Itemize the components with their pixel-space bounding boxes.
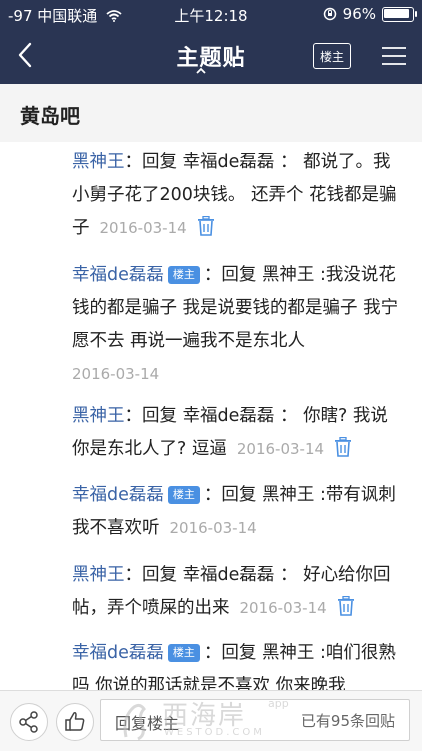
- reply-list[interactable]: 黑神王：回复 幸福de磊磊 ： 都说了。我小舅子花了200块钱。 还弄个 花钱都…: [0, 142, 422, 690]
- list-item: 黑神王：回复 幸福de磊磊 ： 都说了。我小舅子花了200块钱。 还弄个 花钱都…: [72, 146, 404, 245]
- share-button[interactable]: [10, 703, 48, 741]
- chevron-up-icon[interactable]: [195, 66, 207, 76]
- list-item: 幸福de磊磊 楼主 ：回复 黑神王 :咱们很熟吗 你说的那话就是不喜欢 你来晚我: [72, 637, 404, 690]
- forum-name[interactable]: 黄岛吧: [20, 100, 80, 129]
- reply-date: 2016-03-14: [99, 219, 187, 237]
- reply-username[interactable]: 幸福de磊磊: [72, 643, 164, 663]
- op-badge: 楼主: [167, 486, 200, 504]
- forum-header[interactable]: 黄岛吧: [0, 84, 422, 143]
- reply-username[interactable]: 幸福de磊磊: [72, 265, 164, 285]
- share-icon: [19, 711, 38, 733]
- only-op-button[interactable]: 楼主: [313, 43, 351, 69]
- menu-icon[interactable]: [380, 44, 408, 68]
- reply-date: 2016-03-14: [239, 599, 327, 617]
- list-item: 幸福de磊磊 楼主 ：回复 黑神王 :带有讽刺 我不喜欢听 2016-03-14: [72, 479, 404, 545]
- bottom-toolbar: 回复楼主 已有95条回贴 西海岸 app WESTOD.COM: [0, 690, 422, 751]
- reply-username[interactable]: 黑神王: [72, 565, 125, 585]
- trash-icon[interactable]: [334, 437, 352, 457]
- trash-icon[interactable]: [197, 216, 215, 236]
- reply-username[interactable]: 黑神王: [72, 406, 125, 426]
- list-item: 黑神王：回复 幸福de磊磊 ： 好心给你回帖，弄个喷屎的出来 2016-03-14: [72, 559, 404, 625]
- reply-placeholder: 回复楼主: [115, 714, 180, 733]
- reply-date: 2016-03-14: [236, 440, 325, 458]
- rotation-lock-icon: [323, 7, 336, 21]
- reply-count: 已有95条回贴: [300, 712, 395, 730]
- op-badge: 楼主: [167, 644, 200, 662]
- reply-username[interactable]: 幸福de磊磊: [72, 485, 164, 505]
- list-item: 黑神王：回复 幸福de磊磊 ： 你瞎? 我说你是东北人了? 逗逼 2016-03-…: [72, 400, 404, 466]
- status-bar: -97 中国联通 上午12:18 96%: [0, 0, 422, 28]
- reply-date: 2016-03-14: [72, 365, 160, 383]
- status-right: 96%: [323, 5, 417, 23]
- trash-icon[interactable]: [337, 596, 355, 616]
- thumbs-up-icon: [65, 712, 85, 731]
- page-title: 主题贴: [176, 46, 246, 71]
- battery-percent: 96%: [342, 5, 376, 23]
- battery-icon: [382, 6, 417, 22]
- reply-username[interactable]: 黑神王: [72, 152, 125, 172]
- list-item: 幸福de磊磊 楼主 ：回复 黑神王 :我没说花钱的都是骗子 我是说要钱的都是骗子 我…: [72, 259, 404, 391]
- reply-input[interactable]: 回复楼主 已有95条回贴: [100, 699, 410, 741]
- like-button[interactable]: [56, 703, 94, 741]
- top-nav-bar: -97 中国联通 上午12:18 96% 主题贴 楼主: [0, 0, 422, 84]
- reply-date: 2016-03-14: [169, 519, 257, 537]
- op-badge: 楼主: [167, 266, 200, 284]
